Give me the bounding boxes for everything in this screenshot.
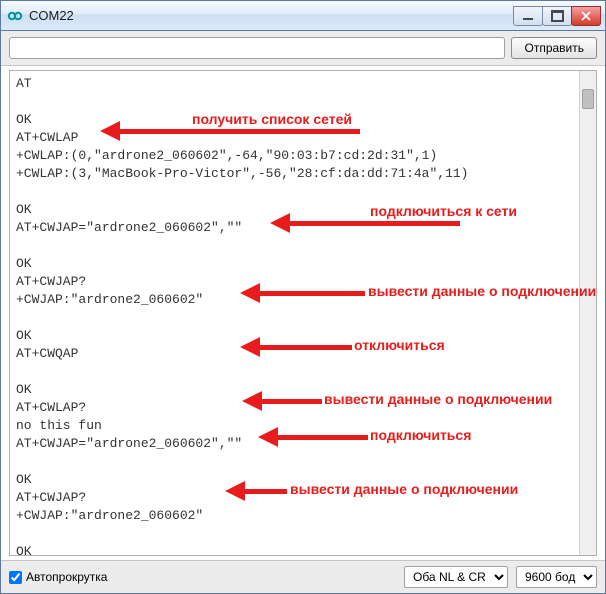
send-toolbar: Отправить [1, 31, 605, 66]
close-button[interactable] [571, 6, 601, 26]
titlebar[interactable]: COM22 [1, 1, 605, 31]
statusbar: Автопрокрутка Оба NL & CR 9600 бод [1, 560, 605, 593]
autoscroll-checkbox-label[interactable]: Автопрокрутка [9, 570, 107, 584]
autoscroll-text: Автопрокрутка [26, 570, 107, 584]
serial-monitor-window: COM22 Отправить AT OK AT+CWLAP +CWLAP:(0… [0, 0, 606, 594]
vertical-scrollbar[interactable] [579, 71, 596, 555]
window-title: COM22 [29, 8, 514, 23]
console-output[interactable]: AT OK AT+CWLAP +CWLAP:(0,"ardrone2_06060… [10, 71, 596, 555]
baud-select[interactable]: 9600 бод [516, 566, 597, 588]
minimize-button[interactable] [513, 6, 543, 26]
console-area: AT OK AT+CWLAP +CWLAP:(0,"ardrone2_06060… [9, 70, 597, 556]
line-ending-select[interactable]: Оба NL & CR [404, 566, 508, 588]
scrollbar-thumb[interactable] [582, 89, 594, 109]
arduino-icon [7, 8, 23, 24]
window-controls [514, 6, 601, 26]
autoscroll-checkbox[interactable] [9, 571, 22, 584]
send-input[interactable] [9, 37, 505, 59]
maximize-button[interactable] [542, 6, 572, 26]
send-button[interactable]: Отправить [511, 37, 597, 59]
